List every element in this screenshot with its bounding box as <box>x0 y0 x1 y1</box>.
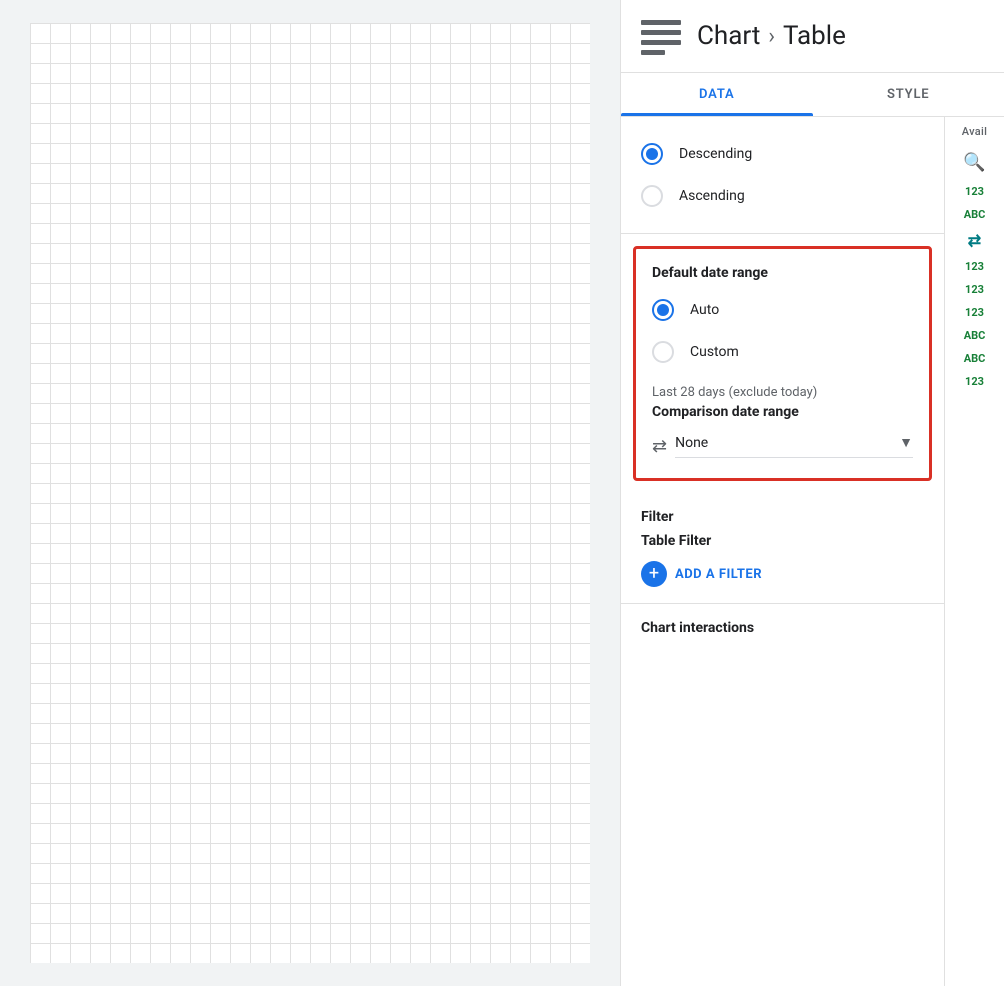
available-header: Avail <box>962 125 987 138</box>
canvas-area <box>0 0 620 986</box>
comparison-arrows-icon: ⇄ <box>652 436 667 457</box>
field-badge-8[interactable]: ABC <box>953 350 997 367</box>
add-filter-button[interactable]: + ADD A FILTER <box>641 561 924 587</box>
custom-label: Custom <box>690 344 739 360</box>
dropdown-arrow-icon: ▼ <box>899 434 913 451</box>
available-search-icon[interactable]: 🔍 <box>963 152 985 173</box>
field-badge-5[interactable]: 123 <box>953 281 997 298</box>
field-badge-4[interactable]: 123 <box>953 258 997 275</box>
filter-title: Filter <box>641 509 924 525</box>
auto-radio[interactable] <box>652 299 674 321</box>
date-info-text: Last 28 days (exclude today) <box>652 385 913 400</box>
chart-interactions-section: Chart interactions <box>621 604 944 652</box>
add-filter-label: ADD A FILTER <box>675 567 762 582</box>
field-badge-9[interactable]: 123 <box>953 373 997 390</box>
auto-label: Auto <box>690 302 719 318</box>
comparison-label: Comparison date range <box>652 404 913 420</box>
comparison-dropdown[interactable]: ⇄ None ▼ <box>652 430 913 462</box>
date-custom-option[interactable]: Custom <box>652 331 913 373</box>
available-fields-panel: Avail 🔍 123 ABC ⇄ 123 123 123 ABC ABC 12… <box>944 117 1004 986</box>
field-badge-7[interactable]: ABC <box>953 327 997 344</box>
panel-header: Chart › Table <box>621 0 1004 73</box>
comparison-value: None <box>675 435 708 451</box>
date-range-section: Default date range Auto Custom Last 28 d… <box>633 246 932 481</box>
breadcrumb-chart: Chart <box>697 21 760 51</box>
field-badge-6[interactable]: 123 <box>953 304 997 321</box>
tab-data[interactable]: DATA <box>621 73 813 116</box>
breadcrumb: Chart › Table <box>697 21 846 51</box>
ascending-radio[interactable] <box>641 185 663 207</box>
descending-radio[interactable] <box>641 143 663 165</box>
chart-interactions-title: Chart interactions <box>641 620 924 636</box>
date-auto-option[interactable]: Auto <box>652 289 913 331</box>
sort-ascending-option[interactable]: Ascending <box>641 175 924 217</box>
breadcrumb-table: Table <box>783 21 846 51</box>
filter-section: Filter Table Filter + ADD A FILTER <box>621 493 944 604</box>
comparison-dropdown-row[interactable]: None ▼ <box>675 434 913 458</box>
breadcrumb-chevron: › <box>768 24 775 49</box>
chart-type-icon <box>637 12 685 60</box>
table-filter-label: Table Filter <box>641 533 924 549</box>
field-badge-3[interactable]: ⇄ <box>953 229 997 252</box>
descending-label: Descending <box>679 146 752 162</box>
date-range-title: Default date range <box>652 265 913 281</box>
sort-descending-option[interactable]: Descending <box>641 133 924 175</box>
sort-section: Descending Ascending <box>621 117 944 234</box>
add-filter-icon: + <box>641 561 667 587</box>
grid-paper <box>30 23 590 963</box>
ascending-label: Ascending <box>679 188 745 204</box>
field-badge-1[interactable]: 123 <box>953 183 997 200</box>
custom-radio[interactable] <box>652 341 674 363</box>
tabs-bar: DATA STYLE <box>621 73 1004 117</box>
panel-content: Descending Ascending Default date range … <box>621 117 1004 986</box>
field-badge-2[interactable]: ABC <box>953 206 997 223</box>
main-content-area: Descending Ascending Default date range … <box>621 117 944 986</box>
right-panel: Chart › Table DATA STYLE Descending Asce… <box>620 0 1004 986</box>
tab-style[interactable]: STYLE <box>813 73 1004 116</box>
